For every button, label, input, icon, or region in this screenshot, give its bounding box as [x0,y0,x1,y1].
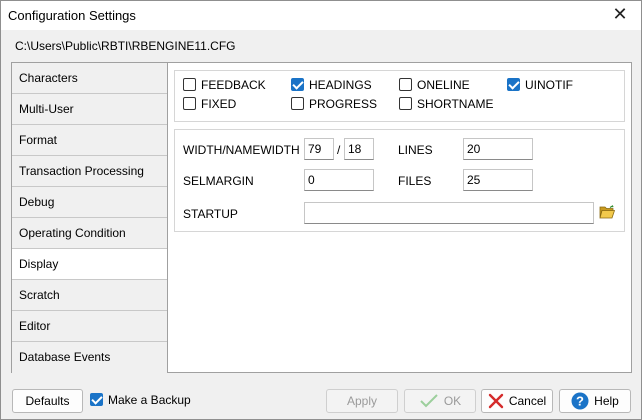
progress-checkbox[interactable]: PROGRESS [291,97,377,113]
checkbox-box [183,78,196,92]
settings-tab-list: Characters Multi-User Format Transaction… [11,62,168,373]
lines-label: LINES [398,143,433,157]
oneline-label: ONELINE [417,78,470,92]
make-backup-label: Make a Backup [108,393,191,407]
width-label: WIDTH/NAMEWIDTH [183,143,300,157]
help-label: Help [594,394,619,408]
checkbox-checked [507,78,520,92]
selmargin-label: SELMARGIN [183,174,254,188]
checkbox-box [399,78,412,92]
config-file-path: C:\Users\Public\RBTI\RBENGINE11.CFG [15,39,236,53]
startup-label: STARTUP [183,207,238,221]
defaults-button[interactable]: Defaults [12,389,83,413]
cancel-label: Cancel [508,394,547,408]
tab-characters[interactable]: Characters [12,63,167,94]
tab-multi-user[interactable]: Multi-User [12,94,167,125]
oneline-checkbox[interactable]: ONELINE [399,78,470,94]
make-backup-checkbox[interactable]: Make a Backup [90,393,191,409]
svg-text:?: ? [576,393,584,408]
selmargin-input[interactable]: 0 [304,169,374,191]
lines-input[interactable]: 20 [463,138,533,160]
display-options-group: FEEDBACK HEADINGS ONELINE UINOTIF FIXED … [174,70,625,122]
tab-editor[interactable]: Editor [12,311,167,342]
cancel-x-icon [488,393,504,409]
startup-input[interactable] [304,202,594,224]
uinotif-checkbox[interactable]: UINOTIF [507,78,573,94]
tab-debug[interactable]: Debug [12,187,167,218]
uinotif-label: UINOTIF [525,78,573,92]
tab-scratch[interactable]: Scratch [12,280,167,311]
headings-checkbox[interactable]: HEADINGS [291,78,372,94]
config-dialog: Configuration Settings ✕ C:\Users\Public… [0,0,642,420]
ok-label: OK [443,394,462,408]
help-button[interactable]: ? Help [559,389,631,413]
tab-operating-condition[interactable]: Operating Condition [12,218,167,249]
tab-format[interactable]: Format [12,125,167,156]
progress-label: PROGRESS [309,97,378,111]
fixed-checkbox[interactable]: FIXED [183,97,236,113]
checkbox-checked [90,393,103,407]
width-input[interactable]: 79 [304,138,334,160]
help-icon: ? [571,392,589,410]
headings-label: HEADINGS [309,78,372,92]
shortname-checkbox[interactable]: SHORTNAME [399,97,493,113]
tab-display[interactable]: Display [12,249,167,280]
ok-button[interactable]: OK [404,389,476,413]
cancel-button[interactable]: Cancel [481,389,553,413]
checkbox-box [399,97,412,111]
tab-transaction-processing[interactable]: Transaction Processing [12,156,167,187]
width-separator: / [337,143,341,157]
checkbox-box [291,97,304,111]
window-title: Configuration Settings [8,8,136,23]
checkbox-checked [291,78,304,92]
tab-database-events[interactable]: Database Events [12,342,167,373]
files-label: FILES [398,174,432,188]
close-button[interactable]: ✕ [605,3,635,27]
checkmark-icon [420,394,438,408]
checkbox-box [183,97,196,111]
apply-button[interactable]: Apply [326,389,398,413]
fixed-label: FIXED [201,97,237,111]
close-icon: ✕ [612,4,628,24]
feedback-label: FEEDBACK [201,78,266,92]
title-bar: Configuration Settings ✕ [1,1,641,30]
feedback-checkbox[interactable]: FEEDBACK [183,78,266,94]
files-input[interactable]: 25 [463,169,533,191]
namewidth-input[interactable]: 18 [344,138,374,160]
shortname-label: SHORTNAME [417,97,494,111]
folder-open-icon[interactable] [599,205,615,219]
